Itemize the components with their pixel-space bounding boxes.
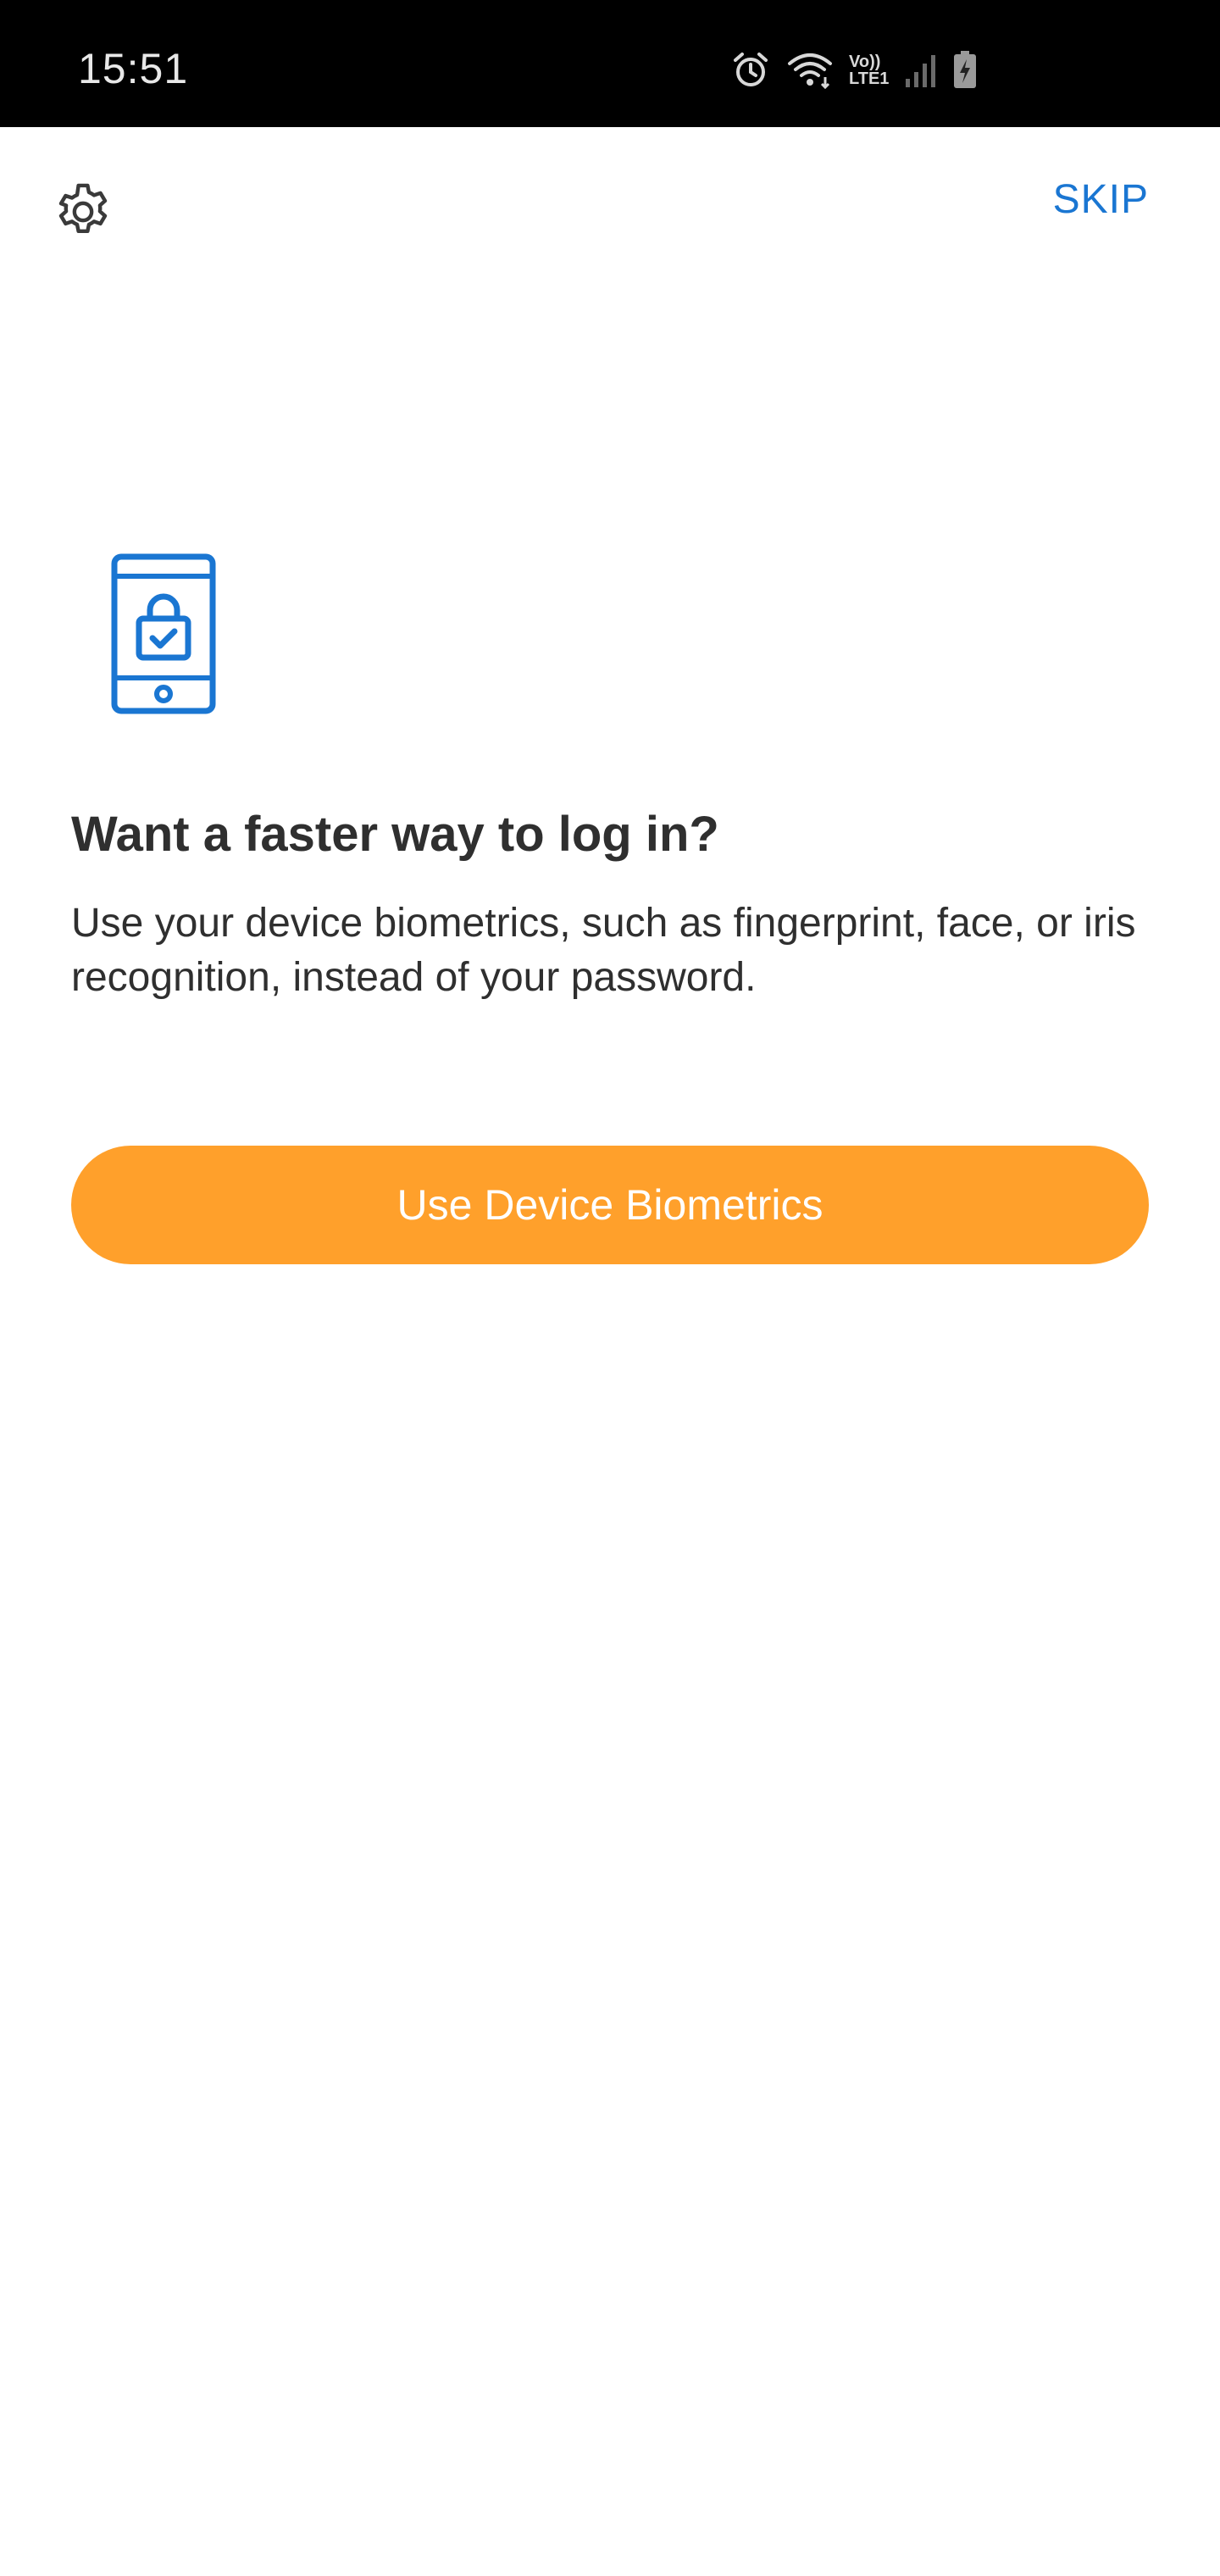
volte-label: Vo)) — [849, 53, 881, 71]
status-icons: Vo)) LTE1 — [730, 51, 977, 90]
page-description: Use your device biometrics, such as fing… — [71, 901, 1136, 1000]
top-bar: SKIP — [0, 127, 1220, 297]
wifi-icon — [786, 52, 834, 89]
use-device-biometrics-button[interactable]: Use Device Biometrics — [71, 1146, 1149, 1264]
status-time: 15:51 — [78, 45, 189, 92]
phone-lock-icon — [110, 552, 217, 715]
signal-icon — [904, 52, 938, 89]
gear-icon — [51, 180, 115, 248]
battery-charging-icon — [953, 51, 977, 90]
skip-button[interactable]: SKIP — [1053, 180, 1149, 220]
volte-lte-icon: Vo)) LTE1 — [849, 53, 889, 87]
lte-label: LTE1 — [849, 69, 890, 88]
status-bar: 15:51 Vo)) LTE1 — [0, 0, 1220, 127]
settings-button[interactable] — [47, 178, 119, 249]
alarm-icon — [730, 52, 771, 89]
page-title: Want a faster way to log in? — [71, 807, 719, 862]
